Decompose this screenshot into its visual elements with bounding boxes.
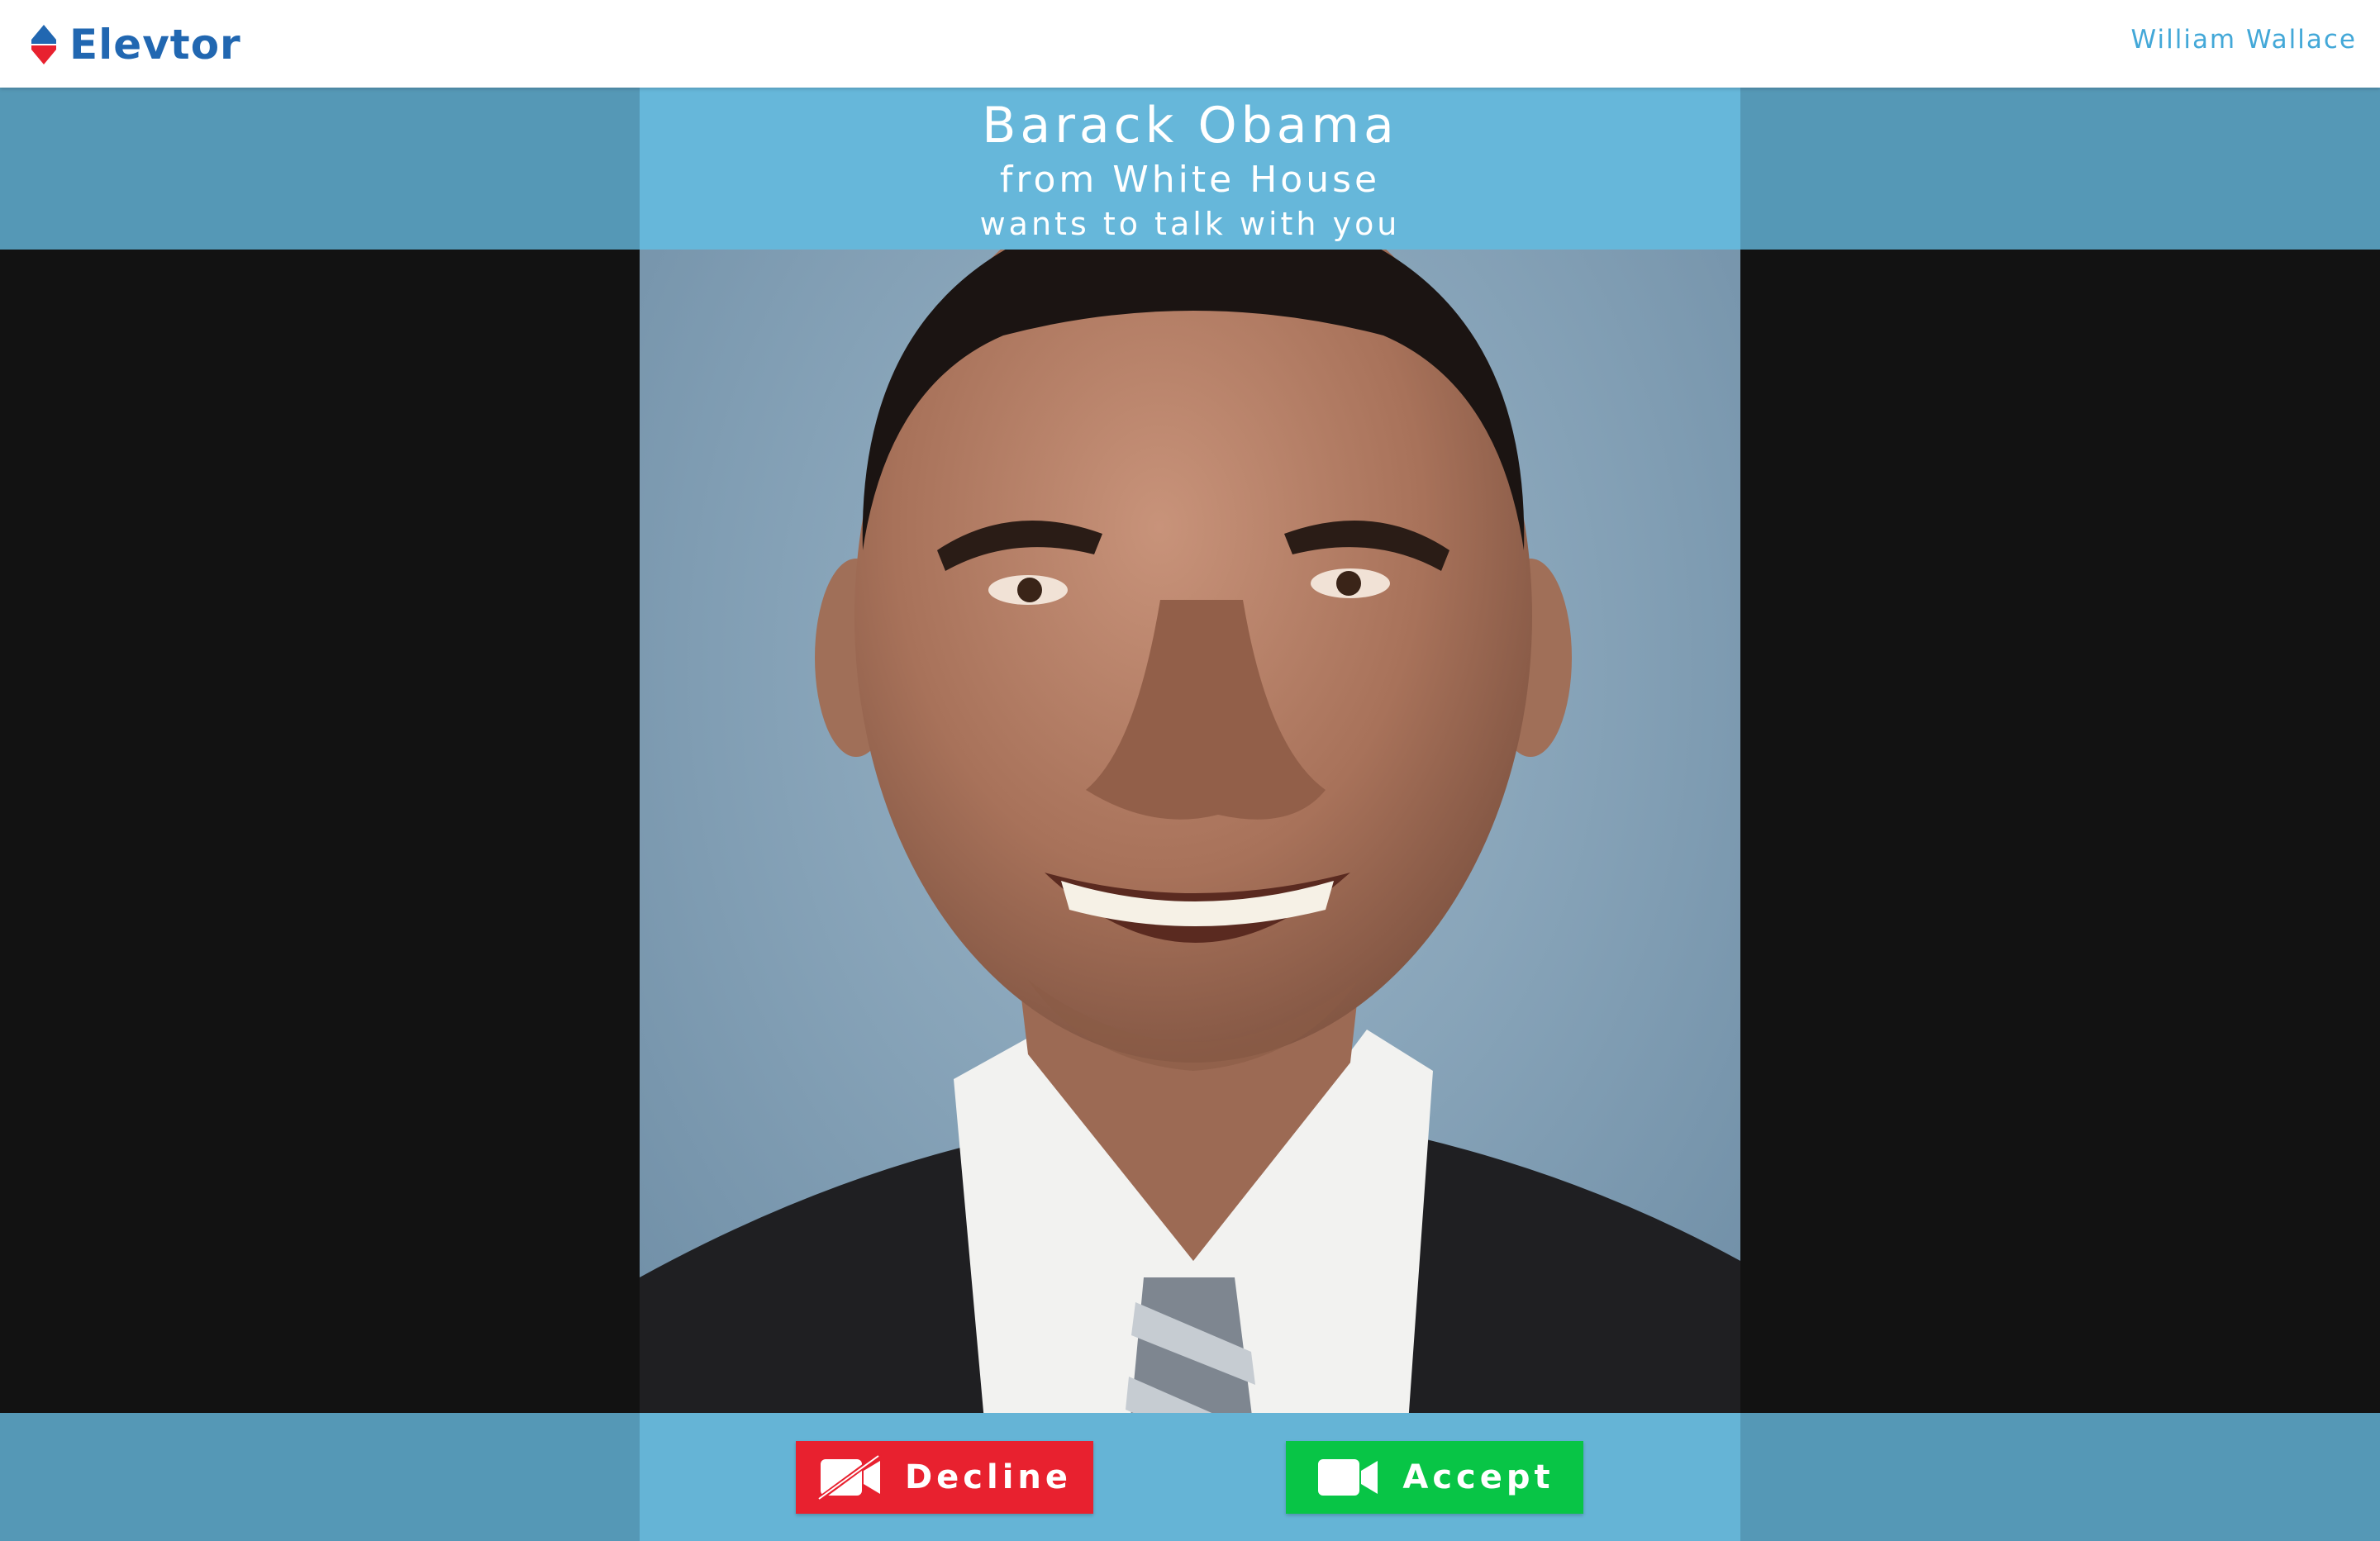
video-off-icon xyxy=(816,1454,883,1501)
incoming-call-screen: Elevtor William Wallace Barack Obama fro… xyxy=(0,0,2380,1541)
caller-name: Barack Obama xyxy=(982,97,1398,155)
decline-button[interactable]: Decline xyxy=(796,1441,1093,1514)
decline-label: Decline xyxy=(904,1458,1073,1496)
top-bar: Elevtor William Wallace xyxy=(0,0,2380,88)
caller-organization: from White House xyxy=(999,159,1381,201)
caller-info: Barack Obama from White House wants to t… xyxy=(640,88,1740,250)
call-message: wants to talk with you xyxy=(979,206,1401,242)
accept-label: Accept xyxy=(1402,1458,1554,1496)
user-name[interactable]: William Wallace xyxy=(2131,25,2357,55)
video-stage: Barack Obama from White House wants to t… xyxy=(0,88,2380,1541)
elevator-arrows-icon xyxy=(30,23,58,66)
video-camera-icon xyxy=(1315,1454,1381,1501)
brand-logo[interactable]: Elevtor xyxy=(30,20,241,69)
accept-button[interactable]: Accept xyxy=(1286,1441,1583,1514)
caller-photo xyxy=(640,88,1740,1541)
brand-name: Elevtor xyxy=(69,21,241,69)
